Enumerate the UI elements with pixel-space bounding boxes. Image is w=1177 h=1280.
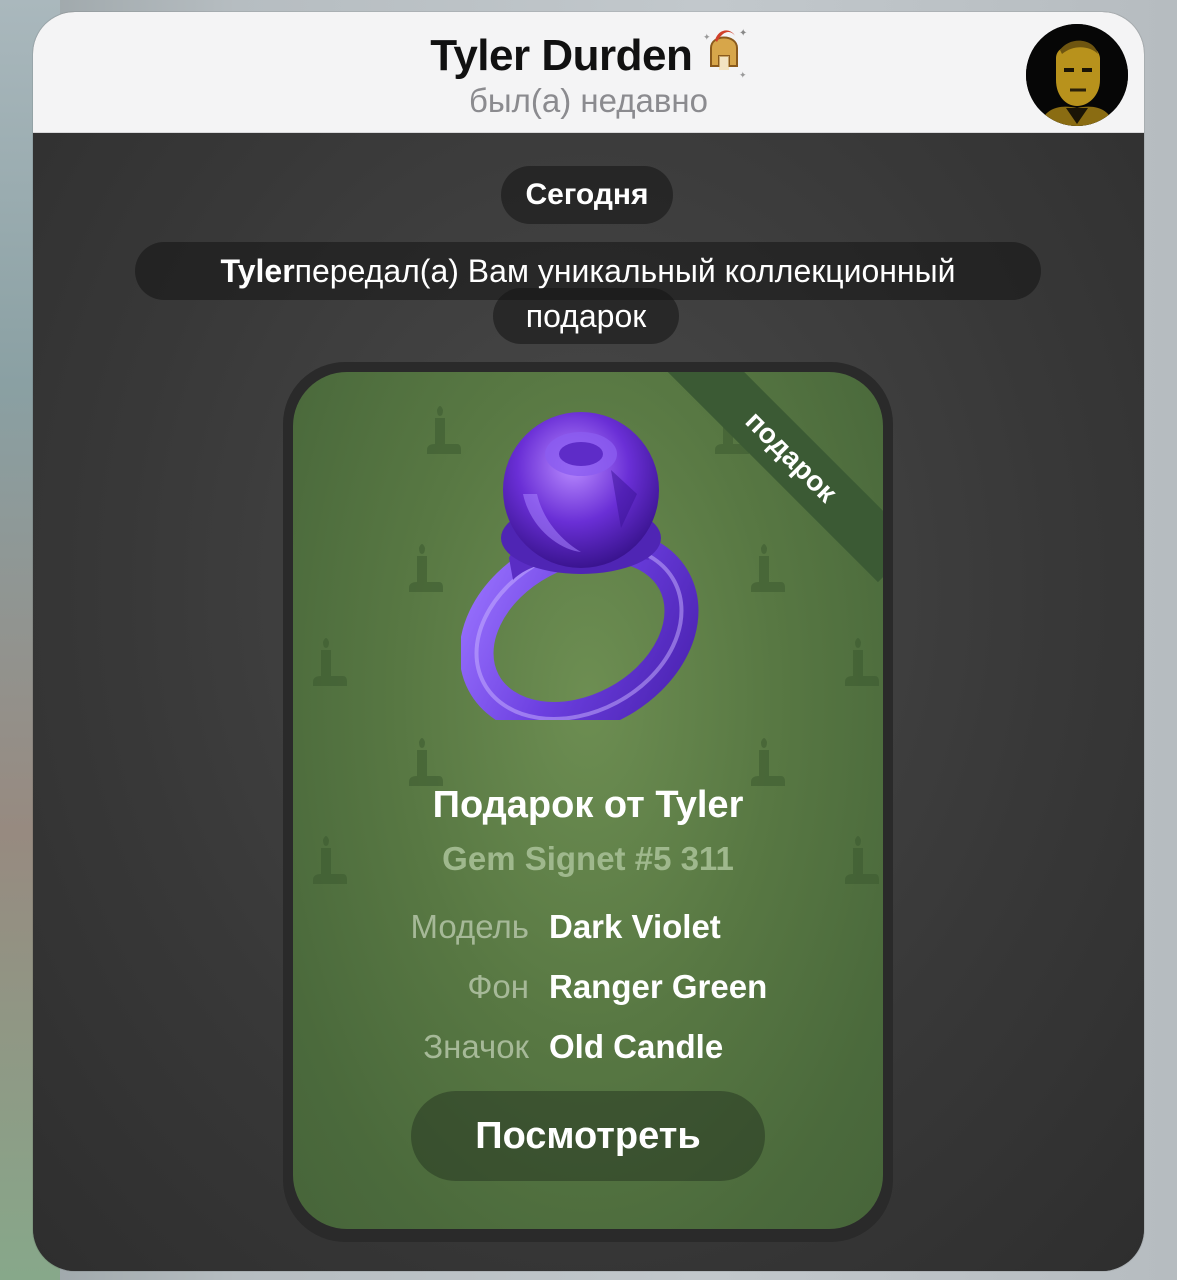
gift-attribute-row: Значок Old Candle xyxy=(293,1028,883,1072)
service-message-line2: подарок xyxy=(493,288,679,344)
gift-collectible-number: Gem Signet #5 311 xyxy=(442,840,734,877)
attribute-label: Значок xyxy=(423,1028,529,1065)
spartan-helmet-icon[interactable]: ✦ ✦ ✦ xyxy=(701,26,747,82)
svg-text:✦: ✦ xyxy=(739,71,747,81)
candle-icon xyxy=(313,638,347,686)
attribute-value: Dark Violet xyxy=(549,908,721,945)
title-wrap: Tyler Durden ✦ ✦ ✦ xyxy=(33,28,1144,84)
attribute-label: Модель xyxy=(410,908,529,945)
attribute-label: Фон xyxy=(467,968,529,1005)
service-sender[interactable]: Tyler xyxy=(221,253,295,290)
svg-text:✦: ✦ xyxy=(739,28,747,39)
date-separator: Сегодня xyxy=(501,166,673,224)
candle-icon xyxy=(845,638,879,686)
candle-icon xyxy=(751,738,785,786)
gift-card[interactable]: подарок Подарок от Tyler Gem Signet #5 3… xyxy=(293,372,883,1229)
view-gift-button[interactable]: Посмотреть xyxy=(411,1091,765,1181)
contact-name[interactable]: Tyler Durden xyxy=(430,31,693,81)
last-seen-status: был(а) недавно xyxy=(469,82,708,119)
svg-text:✦: ✦ xyxy=(703,33,711,43)
service-text-line1: передал(а) Вам уникальный коллекционный xyxy=(294,252,956,289)
candle-icon xyxy=(409,738,443,786)
contact-avatar[interactable] xyxy=(1026,24,1128,126)
gift-title: Подарок от Tyler xyxy=(432,784,744,826)
gift-attribute-row: Фон Ranger Green xyxy=(293,968,883,1012)
chat-header[interactable]: Tyler Durden ✦ ✦ ✦ был(а) недавно xyxy=(33,12,1144,133)
chat-window: Tyler Durden ✦ ✦ ✦ был(а) недавно Сегодн… xyxy=(33,12,1144,1271)
attribute-value: Old Candle xyxy=(549,1028,724,1065)
gem-ring-icon xyxy=(461,412,699,720)
candle-icon xyxy=(409,544,443,592)
attribute-value: Ranger Green xyxy=(549,968,768,1005)
gift-attribute-row: Модель Dark Violet xyxy=(293,908,883,952)
candle-icon xyxy=(751,544,785,592)
